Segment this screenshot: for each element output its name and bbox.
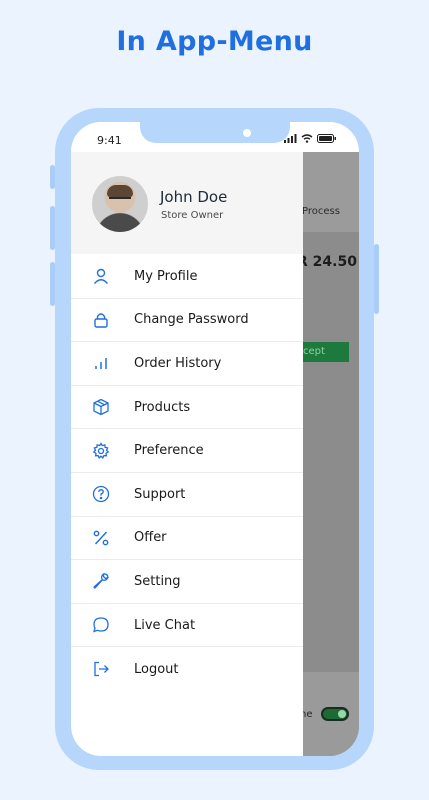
menu-item-products[interactable]: Products xyxy=(71,386,303,430)
box-icon xyxy=(91,397,111,417)
logout-icon xyxy=(91,659,111,679)
phone-screen: 9:41 Process R 24.50 cept ne John Doe St… xyxy=(71,122,359,756)
menu-label: Support xyxy=(134,486,186,502)
avatar[interactable] xyxy=(92,176,148,232)
lock-icon xyxy=(91,310,111,330)
bar-chart-icon xyxy=(91,353,111,373)
menu-label: Offer xyxy=(134,530,167,546)
menu-label: Live Chat xyxy=(134,617,196,633)
percent-icon xyxy=(91,528,111,548)
bg-accept-button: cept xyxy=(299,342,349,362)
drawer-profile-header[interactable]: John Doe Store Owner xyxy=(71,152,303,254)
wifi-icon xyxy=(301,134,313,143)
menu-label: Setting xyxy=(134,573,181,589)
menu-item-support[interactable]: Support xyxy=(71,473,303,517)
bg-price-label: R 24.50 xyxy=(297,254,357,270)
menu-item-my-profile[interactable]: My Profile xyxy=(71,255,303,299)
phone-volume-up-button xyxy=(50,206,55,250)
menu-label: My Profile xyxy=(134,268,198,284)
camera-dot xyxy=(243,129,251,137)
drawer-menu: My Profile Change Password Order History xyxy=(71,255,303,691)
menu-item-offer[interactable]: Offer xyxy=(71,517,303,561)
menu-label: Logout xyxy=(134,661,179,677)
phone-volume-down-button xyxy=(50,262,55,306)
menu-item-change-password[interactable]: Change Password xyxy=(71,299,303,343)
wrench-icon xyxy=(91,571,111,591)
menu-label: Products xyxy=(134,399,191,415)
phone-power-button xyxy=(374,244,379,314)
profile-name: John Doe xyxy=(160,188,228,206)
profile-role: Store Owner xyxy=(161,210,224,221)
chat-bubble-icon xyxy=(91,615,111,635)
menu-item-logout[interactable]: Logout xyxy=(71,647,303,691)
menu-label: Order History xyxy=(134,355,222,371)
page-headline: In App-Menu xyxy=(116,26,313,57)
user-icon xyxy=(91,266,111,286)
menu-label: Change Password xyxy=(134,312,249,328)
battery-icon xyxy=(317,134,336,143)
navigation-drawer: John Doe Store Owner My Profile Change P xyxy=(71,152,303,756)
bg-process-label: Process xyxy=(302,206,340,217)
menu-item-live-chat[interactable]: Live Chat xyxy=(71,604,303,648)
help-circle-icon xyxy=(91,484,111,504)
phone-side-button xyxy=(50,165,55,189)
gear-icon xyxy=(91,441,111,461)
status-time: 9:41 xyxy=(97,134,122,147)
phone-notch xyxy=(140,122,290,143)
menu-item-setting[interactable]: Setting xyxy=(71,560,303,604)
menu-item-order-history[interactable]: Order History xyxy=(71,342,303,386)
menu-label: Preference xyxy=(134,443,204,459)
menu-item-preference[interactable]: Preference xyxy=(71,429,303,473)
bg-toggle-switch xyxy=(321,707,349,721)
